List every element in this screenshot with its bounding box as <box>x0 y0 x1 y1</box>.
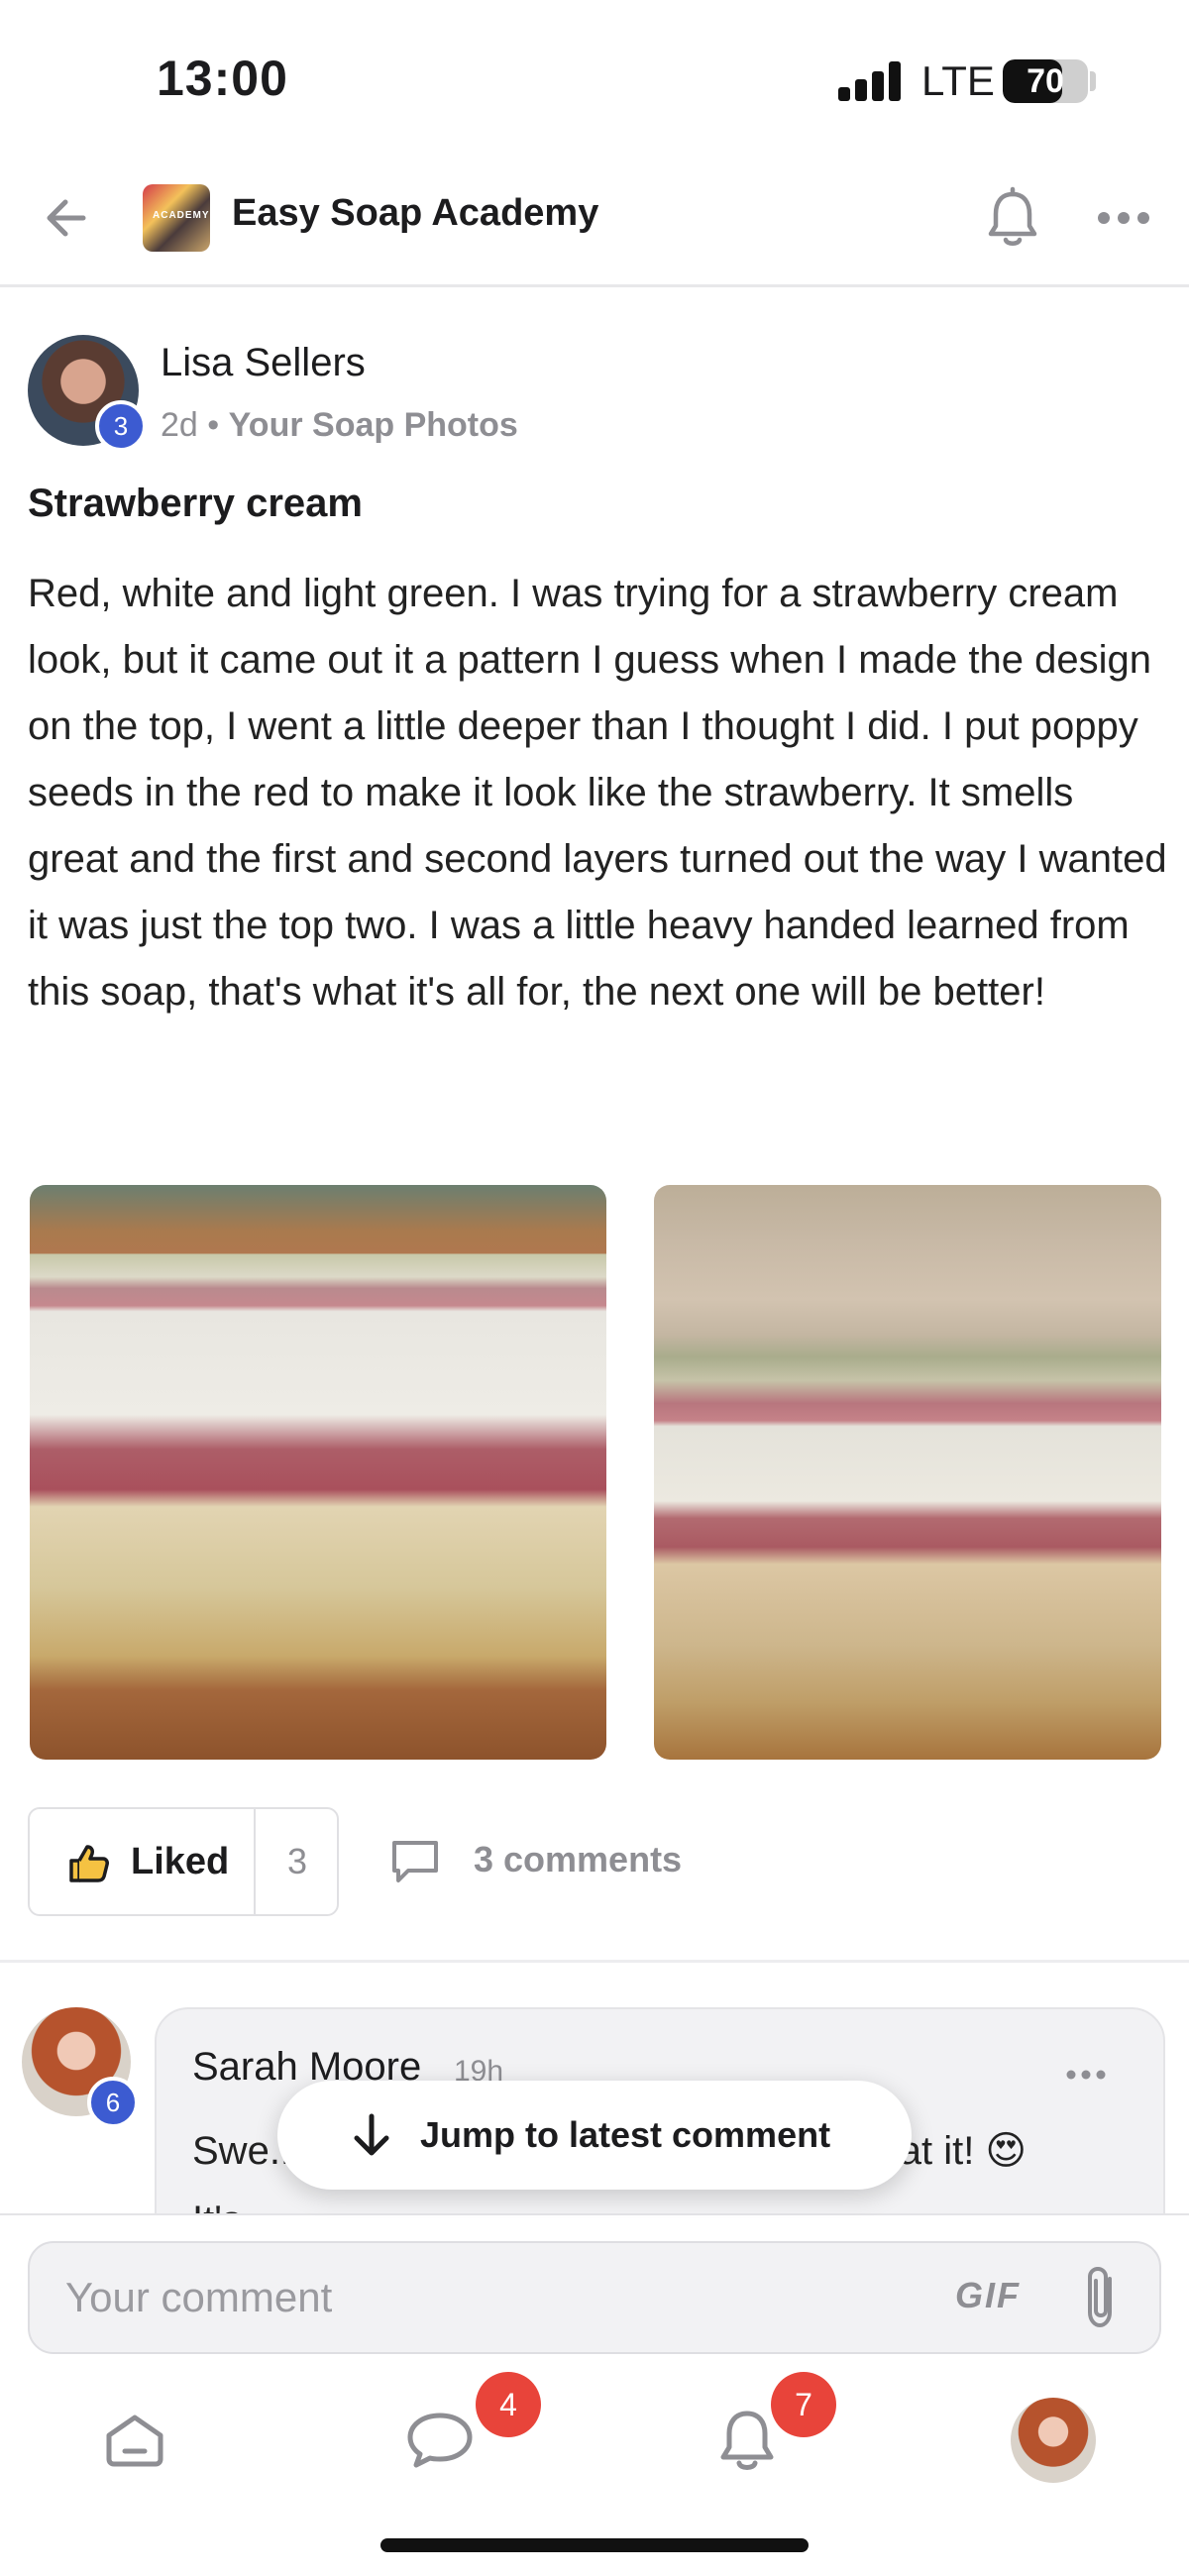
bell-off-icon <box>988 186 1037 246</box>
author-level-badge: 3 <box>95 400 147 452</box>
post-photo-2[interactable] <box>654 1185 1161 1760</box>
chat-badge: 4 <box>476 2372 541 2437</box>
ellipsis-icon <box>1066 2070 1106 2080</box>
like-control: Liked 3 <box>28 1807 339 1916</box>
status-time: 13:00 <box>157 51 288 106</box>
community-name[interactable]: Easy Soap Academy <box>232 192 598 235</box>
ellipsis-icon <box>1098 212 1149 224</box>
community-logo[interactable]: ACADEMY <box>143 184 210 252</box>
notifications-toggle-button[interactable] <box>983 186 1042 250</box>
back-button[interactable] <box>40 188 99 248</box>
author-name[interactable]: Lisa Sellers <box>161 341 366 385</box>
thumbs-up-icon <box>69 1845 109 1882</box>
arrow-left-icon <box>47 199 86 237</box>
post-photo-1[interactable] <box>30 1185 606 1760</box>
battery-level: 70 <box>1027 62 1064 100</box>
like-label: Liked <box>131 1841 230 1882</box>
like-count[interactable]: 3 <box>287 1841 307 1882</box>
profile-avatar[interactable] <box>1011 2398 1096 2483</box>
more-button[interactable] <box>1094 198 1153 238</box>
notifications-badge: 7 <box>771 2372 836 2437</box>
comment-icon <box>392 1841 438 1882</box>
post-category[interactable]: Your Soap Photos <box>229 406 518 444</box>
jump-label: Jump to latest comment <box>420 2114 831 2155</box>
attach-button[interactable] <box>1076 2263 1126 2332</box>
chat-icon <box>407 2413 473 2468</box>
logo-text: ACADEMY <box>153 210 210 221</box>
battery-icon: 70 <box>1003 59 1088 103</box>
gif-button[interactable]: GIF <box>955 2275 1021 2316</box>
comments-count-label: 3 comments <box>474 1839 683 1879</box>
arrow-down-icon <box>354 2113 389 2156</box>
commenter-level-badge: 6 <box>87 2077 139 2128</box>
post-time: 2d <box>161 406 198 444</box>
nav-home[interactable] <box>95 2400 174 2479</box>
like-divider <box>254 1809 256 1914</box>
nav-chat[interactable] <box>400 2400 480 2479</box>
paperclip-icon <box>1088 2266 1112 2328</box>
meta-separator: • <box>207 406 220 444</box>
section-divider <box>0 1960 1189 1963</box>
like-button[interactable]: Liked <box>30 1809 254 1914</box>
comment-more-button[interactable] <box>1064 2063 1108 2087</box>
home-icon <box>106 2415 163 2467</box>
app-header: ACADEMY Easy Soap Academy <box>0 159 1189 287</box>
battery-tip <box>1090 71 1096 91</box>
comments-button[interactable]: 3 comments <box>388 1833 715 1892</box>
signal-icon <box>838 61 902 101</box>
jump-to-latest-button[interactable]: Jump to latest comment <box>277 2081 912 2190</box>
status-bar: 13:00 LTE 70 <box>0 0 1189 159</box>
home-indicator[interactable] <box>380 2538 809 2552</box>
post-body: Red, white and light green. I was trying… <box>28 572 1167 1014</box>
network-label: LTE <box>921 57 995 104</box>
post-meta: 2d • Your Soap Photos <box>161 406 518 445</box>
post-title: Strawberry cream <box>28 482 363 525</box>
